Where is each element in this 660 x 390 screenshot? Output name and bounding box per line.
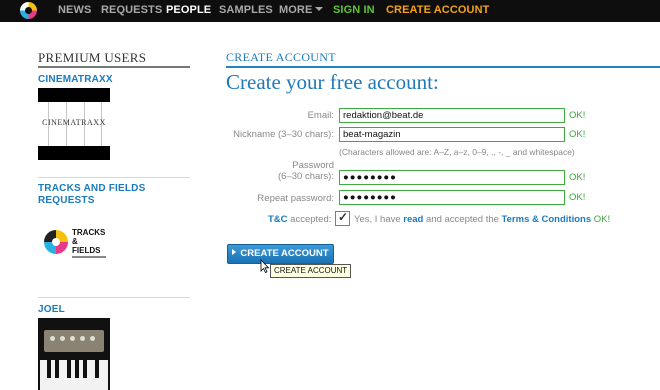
- synth-knob: [60, 336, 65, 341]
- tc-label: T&C accepted:: [268, 214, 331, 225]
- nav-requests[interactable]: REQUESTS: [101, 4, 162, 16]
- page-title: Create your free account:: [226, 70, 439, 94]
- cinematraxx-image-text: CINEMATRAXX: [42, 118, 106, 127]
- email-ok-status: OK!: [569, 110, 586, 121]
- premium-user-joel[interactable]: JOEL: [38, 304, 65, 316]
- section-divider: [226, 66, 660, 68]
- synth-knob: [80, 336, 85, 341]
- logo-line: FIELDS: [72, 246, 101, 255]
- button-tooltip: CREATE ACCOUNT: [270, 264, 352, 278]
- nav-create-account[interactable]: CREATE ACCOUNT: [386, 4, 489, 16]
- nickname-ok-status: OK!: [569, 129, 586, 140]
- nav-sign-in[interactable]: SIGN IN: [333, 4, 375, 16]
- site-logo-icon[interactable]: [20, 2, 37, 19]
- password-field[interactable]: [339, 170, 565, 185]
- synth-knob: [50, 336, 55, 341]
- logo-line: TRACKS: [72, 228, 106, 237]
- mouse-pointer-icon: [260, 259, 270, 273]
- play-arrow-icon: [232, 249, 237, 256]
- joel-synthesizer-image[interactable]: [38, 318, 110, 390]
- nav-samples[interactable]: SAMPLES: [219, 4, 273, 16]
- password-label-line2: (6–30 chars):: [278, 171, 334, 182]
- repeat-password-label: Repeat password:: [257, 193, 334, 204]
- synth-knob: [70, 336, 75, 341]
- synth-black-key: [67, 360, 71, 378]
- tracks-fields-logo-text: TRACKS & FIELDS: [72, 228, 105, 255]
- synth-panel: [44, 330, 104, 352]
- password-ok-status: OK!: [569, 172, 586, 183]
- image-bar-top: [38, 88, 110, 102]
- tc-label-abbrev: T&C: [268, 214, 288, 225]
- premium-user-name-line1: TRACKS AND FIELDS: [38, 183, 146, 194]
- chevron-down-icon: [315, 7, 324, 12]
- section-title: CREATE ACCOUNT: [226, 50, 336, 64]
- tc-text-part: and accepted the: [423, 214, 502, 225]
- tc-statement: Yes, I have read and accepted the Terms …: [354, 214, 610, 225]
- create-account-button-label: CREATE ACCOUNT: [240, 248, 329, 259]
- nav-people[interactable]: PEOPLE: [166, 4, 211, 16]
- nav-more-label: MORE: [279, 4, 313, 16]
- synth-black-key: [75, 360, 79, 378]
- tc-text-part: Yes, I have: [354, 214, 404, 225]
- nav-more[interactable]: MORE: [279, 4, 324, 16]
- nickname-label: Nickname (3–30 chars):: [233, 129, 334, 140]
- email-field[interactable]: [339, 108, 565, 123]
- nickname-hint: (Characters allowed are: A–Z, a–z, 0–9, …: [339, 147, 575, 157]
- tracks-and-fields-logo[interactable]: TRACKS & FIELDS: [38, 218, 110, 268]
- create-account-button[interactable]: CREATE ACCOUNT: [227, 244, 334, 264]
- password-label: Password (6–30 chars):: [278, 160, 334, 182]
- terms-conditions-link[interactable]: Terms & Conditions: [502, 214, 592, 225]
- password-label-line1: Password: [292, 160, 334, 171]
- premium-user-name-line2: REQUESTS: [38, 195, 95, 206]
- synth-black-key: [95, 360, 99, 378]
- synth-black-key: [47, 360, 51, 378]
- nav-news[interactable]: NEWS: [58, 4, 91, 16]
- repeat-password-ok-status: OK!: [569, 192, 586, 203]
- sidebar-separator: [38, 177, 190, 178]
- premium-user-cinematraxx[interactable]: CINEMATRAXX: [38, 74, 113, 86]
- synth-black-key: [83, 360, 87, 378]
- sidebar-title: PREMIUM USERS: [38, 50, 147, 65]
- top-navigation: NEWS REQUESTS PEOPLE SAMPLES MORE SIGN I…: [0, 0, 660, 22]
- sidebar-divider: [38, 66, 190, 68]
- tracks-fields-circle-icon: [44, 230, 68, 254]
- read-link[interactable]: read: [403, 214, 423, 225]
- logo-underline: [72, 256, 106, 258]
- sidebar-separator: [38, 297, 190, 298]
- image-bar-bottom: [38, 146, 110, 160]
- cinematraxx-image[interactable]: CINEMATRAXX: [38, 88, 110, 160]
- premium-user-tracks-and-fields[interactable]: TRACKS AND FIELDS REQUESTS: [38, 183, 145, 207]
- tc-ok-status: OK!: [591, 214, 611, 225]
- synth-black-key: [55, 360, 59, 378]
- tc-label-suffix: accepted:: [287, 214, 332, 225]
- nickname-field[interactable]: [339, 127, 565, 142]
- email-label: Email:: [307, 110, 334, 121]
- tc-checkbox[interactable]: [335, 210, 350, 226]
- repeat-password-field[interactable]: [339, 190, 565, 205]
- logo-line: &: [72, 237, 78, 246]
- synth-knob: [90, 336, 95, 341]
